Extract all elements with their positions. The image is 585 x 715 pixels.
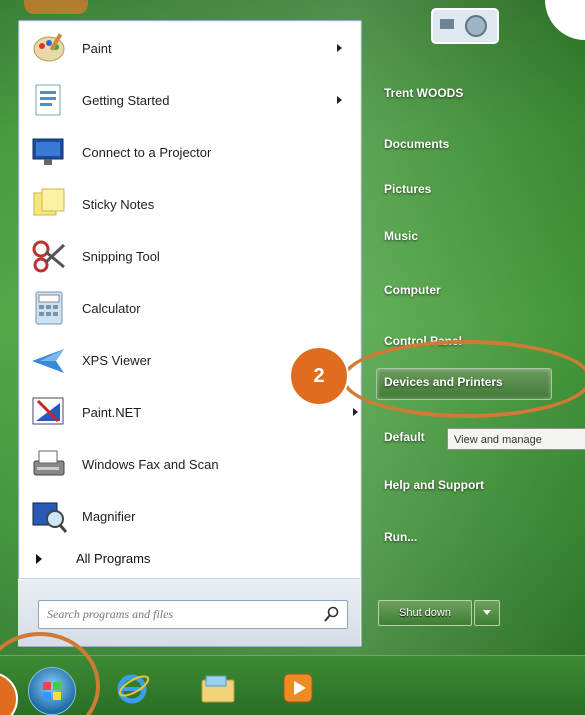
tooltip: View and manage — [447, 428, 585, 450]
program-label: Windows Fax and Scan — [82, 456, 219, 472]
sticky-notes-icon — [33, 188, 65, 216]
right-item-user[interactable]: Trent WOODS — [384, 86, 463, 100]
program-item-paint[interactable]: Paint — [30, 25, 350, 71]
projector-icon — [32, 138, 64, 165]
getting-started-icon — [35, 84, 61, 116]
program-item-calculator[interactable]: Calculator — [30, 285, 350, 331]
right-item-documents[interactable]: Documents — [384, 137, 449, 151]
program-label: Magnifier — [82, 508, 136, 524]
submenu-arrow-icon[interactable] — [337, 44, 342, 52]
all-programs-arrow-icon — [36, 553, 42, 564]
callout-ellipse-devices-printers — [342, 340, 585, 418]
program-label: Snipping Tool — [82, 248, 160, 264]
search-input[interactable] — [39, 601, 319, 628]
scissors-icon — [32, 240, 66, 273]
calculator-icon — [35, 291, 63, 325]
windows-explorer-icon[interactable] — [198, 668, 238, 708]
truncated-top-icon — [24, 0, 88, 14]
program-item-getting-started[interactable]: Getting Started — [30, 77, 350, 123]
user-picture-icon[interactable] — [430, 5, 500, 45]
right-item-help-support[interactable]: Help and Support — [384, 478, 484, 492]
shutdown-group: Shut down — [378, 600, 500, 626]
paint-icon — [33, 33, 65, 62]
magnifier-icon — [32, 502, 68, 533]
right-item-music[interactable]: Music — [384, 229, 418, 243]
program-item-sticky-notes[interactable]: Sticky Notes — [30, 181, 350, 227]
program-label: Paint — [82, 40, 112, 56]
program-label: XPS Viewer — [82, 352, 152, 368]
search-icon[interactable] — [323, 605, 341, 623]
program-item-connect-projector[interactable]: Connect to a Projector — [30, 129, 350, 175]
program-label: Getting Started — [82, 92, 170, 108]
all-programs-button[interactable]: All Programs — [36, 551, 150, 566]
submenu-arrow-icon[interactable] — [353, 408, 358, 416]
internet-explorer-icon[interactable] — [112, 668, 152, 708]
shutdown-button[interactable]: Shut down — [378, 600, 472, 626]
submenu-arrow-icon[interactable] — [337, 96, 342, 104]
right-item-run[interactable]: Run... — [384, 530, 417, 544]
right-item-computer[interactable]: Computer — [384, 283, 441, 297]
media-player-icon[interactable] — [278, 668, 318, 708]
paint-net-icon — [32, 397, 64, 425]
shutdown-options-button[interactable] — [474, 600, 500, 626]
program-item-snipping-tool[interactable]: Snipping Tool — [30, 233, 350, 279]
right-item-default-programs[interactable]: Default — [384, 430, 425, 444]
program-label: Sticky Notes — [82, 196, 155, 212]
program-label: Calculator — [82, 300, 141, 316]
program-item-fax-scan[interactable]: Windows Fax and Scan — [30, 441, 350, 487]
all-programs-label: All Programs — [76, 551, 151, 566]
program-label: Paint.NET — [82, 404, 142, 420]
fax-scan-icon — [33, 450, 65, 476]
xps-viewer-icon — [32, 349, 64, 373]
step-badge-2: 2 — [289, 346, 349, 406]
search-box[interactable] — [38, 600, 348, 629]
program-item-magnifier[interactable]: Magnifier — [30, 493, 350, 539]
right-item-pictures[interactable]: Pictures — [384, 182, 431, 196]
start-menu-screenshot: Paint Getting Started Connect to a Proje… — [0, 0, 585, 715]
program-label: Connect to a Projector — [82, 144, 212, 160]
